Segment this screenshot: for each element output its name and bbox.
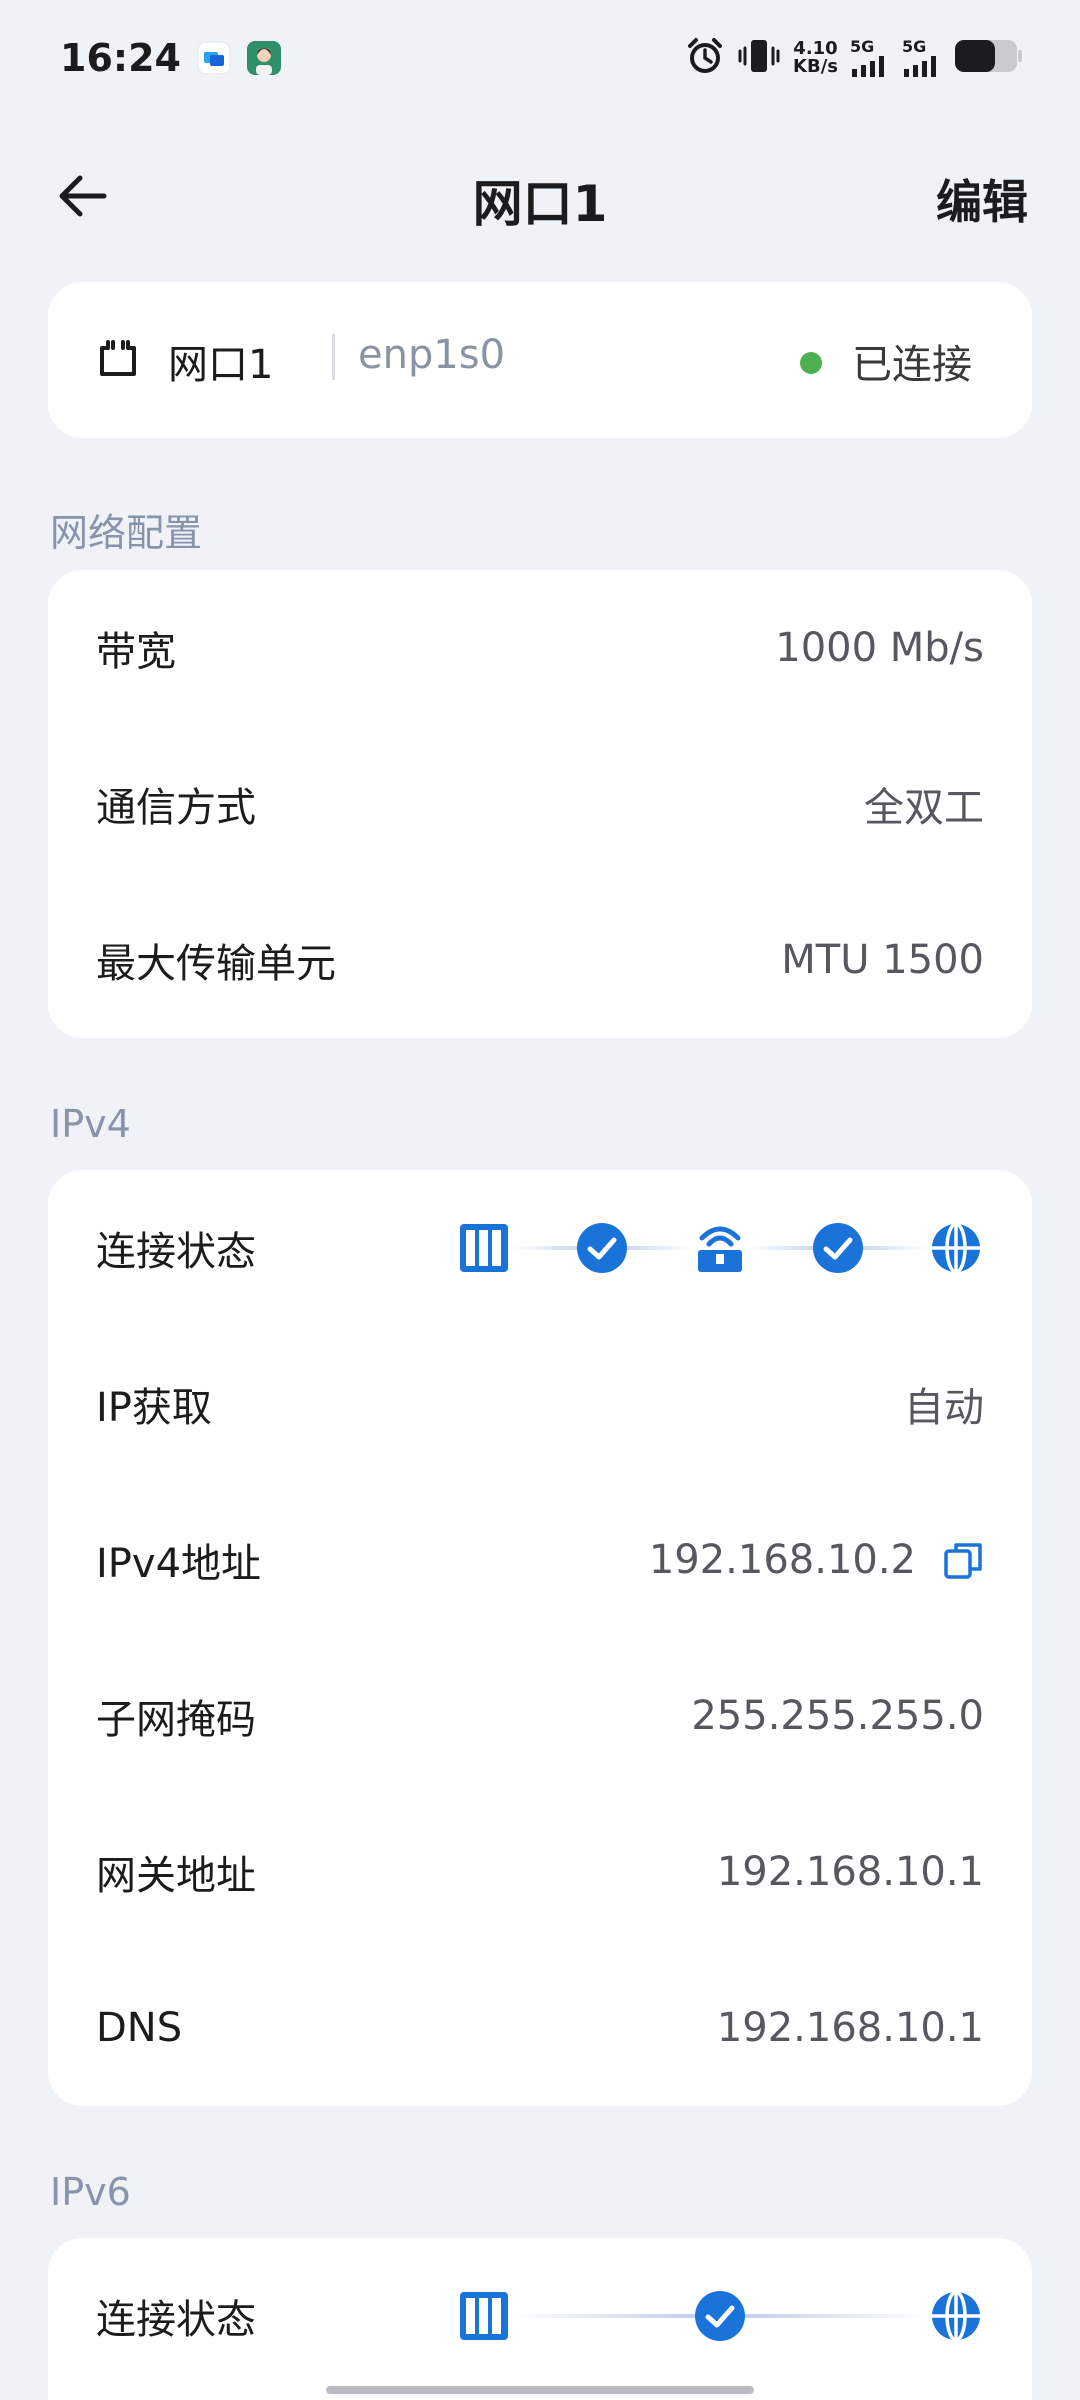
battery-icon — [954, 38, 1024, 78]
section-title-network-config: 网络配置 — [50, 511, 203, 555]
ethernet-port-icon — [98, 338, 138, 382]
ipv6-connection-flow — [456, 2288, 984, 2344]
alarm-icon — [685, 36, 725, 80]
check-icon — [574, 1220, 630, 1276]
copy-icon[interactable] — [942, 1539, 984, 1581]
net-speed-unit: KB/s — [793, 56, 838, 77]
ip-acquire-value: 自动 — [904, 1385, 984, 1431]
edit-button[interactable]: 编辑 — [936, 166, 1028, 232]
port-name: 网口1 — [168, 342, 274, 388]
check-icon — [692, 2288, 748, 2344]
page-title: 网口1 — [472, 175, 608, 233]
list-item: 通信方式 全双工 — [48, 726, 1032, 882]
list-item: 子网掩码 255.255.255.0 — [48, 1638, 1032, 1794]
mtu-value: MTU 1500 — [781, 937, 984, 983]
header: 网口1 编辑 — [0, 140, 1080, 250]
ipv4-card: 连接状态 IP获取 自动 IPv4地址 192.168.10.2 子网掩码 25… — [48, 1170, 1032, 2106]
sim1-label: 5G — [850, 37, 875, 56]
router-icon — [692, 1220, 748, 1276]
list-item: 带宽 1000 Mb/s — [48, 570, 1032, 726]
port-card: 网口1 enp1s0 已连接 — [48, 282, 1032, 438]
signal-icon — [852, 56, 884, 77]
duplex-value: 全双工 — [864, 785, 984, 831]
port-interface: enp1s0 — [358, 332, 506, 378]
list-item: IPv4地址 192.168.10.2 — [48, 1482, 1032, 1638]
gateway-label: 网关地址 — [96, 1853, 256, 1899]
duplex-label: 通信方式 — [96, 785, 256, 831]
device-icon — [456, 1220, 512, 1276]
list-item: DNS 192.168.10.1 — [48, 1950, 1032, 2106]
signal-icon — [904, 56, 936, 77]
sim1-signal: 5G — [850, 39, 890, 77]
ipv4-address-label: IPv4地址 — [96, 1541, 262, 1587]
mtu-label: 最大传输单元 — [96, 941, 336, 987]
check-icon — [810, 1220, 866, 1276]
ipv4-address-value: 192.168.10.2 — [648, 1537, 916, 1583]
subnet-mask-label: 子网掩码 — [96, 1697, 256, 1743]
app-icon-blue — [197, 41, 231, 75]
ipv4-connection-label: 连接状态 — [96, 1229, 256, 1275]
section-title-ipv4: IPv4 — [50, 1102, 131, 1146]
connection-status: 已连接 — [852, 342, 972, 388]
list-item: IP获取 自动 — [48, 1326, 1032, 1482]
gateway-value: 192.168.10.1 — [716, 1849, 984, 1895]
status-dot — [800, 352, 822, 374]
subnet-mask-value: 255.255.255.0 — [691, 1693, 984, 1739]
list-item: 最大传输单元 MTU 1500 — [48, 882, 1032, 1038]
section-title-ipv6: IPv6 — [50, 2170, 131, 2214]
bandwidth-value: 1000 Mb/s — [775, 625, 984, 671]
dns-label: DNS — [96, 2005, 183, 2051]
device-icon — [456, 2288, 512, 2344]
network-config-card: 带宽 1000 Mb/s 通信方式 全双工 最大传输单元 MTU 1500 — [48, 570, 1032, 1038]
avatar-icon — [246, 41, 281, 75]
list-item: 连接状态 — [48, 1170, 1032, 1326]
ipv6-connection-label: 连接状态 — [96, 2297, 256, 2343]
status-bar: 16:24 4.10 KB/s 5G 5G — [0, 0, 1080, 116]
ipv4-connection-flow — [456, 1220, 984, 1276]
ip-acquire-label: IP获取 — [96, 1385, 212, 1431]
globe-icon — [928, 1220, 984, 1276]
ipv6-card: 连接状态 — [48, 2238, 1032, 2400]
list-item: 连接状态 — [48, 2238, 1032, 2394]
home-indicator[interactable] — [326, 2386, 754, 2394]
net-speed: 4.10 KB/s — [793, 40, 838, 76]
list-item: 网关地址 192.168.10.1 — [48, 1794, 1032, 1950]
vibrate-icon — [737, 36, 781, 80]
sim2-label: 5G — [902, 37, 927, 56]
sim2-signal: 5G — [902, 39, 942, 77]
globe-icon — [928, 2288, 984, 2344]
bandwidth-label: 带宽 — [96, 629, 176, 675]
status-time: 16:24 — [60, 36, 181, 80]
dns-value: 192.168.10.1 — [716, 2005, 984, 2051]
port-separator — [332, 334, 335, 380]
